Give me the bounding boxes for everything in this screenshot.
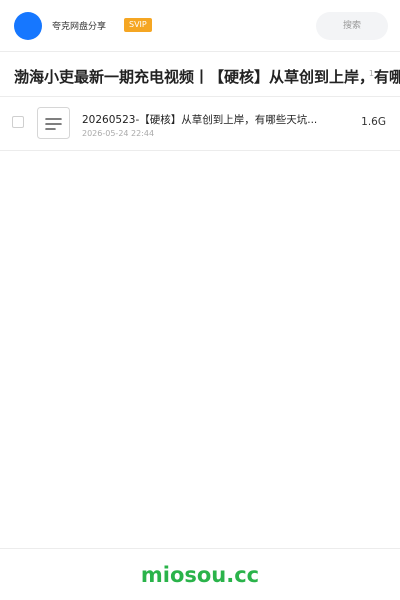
file-count: 1 <box>368 69 374 78</box>
share-title-bar: 渤海小吏最新一期充电视频丨【硬核】从草创到上岸，有哪些天坑 1 <box>0 52 400 97</box>
file-name[interactable]: 20260523-【硬核】从草创到上岸，有哪些天坑... <box>82 112 326 127</box>
file-date: 2026-05-24 22:44 <box>82 129 155 138</box>
header: 夸克网盘分享 SVIP <box>0 0 400 52</box>
file-row[interactable]: 20260523-【硬核】从草创到上岸，有哪些天坑... 2026-05-24 … <box>0 97 400 151</box>
user-avatar[interactable] <box>14 12 42 40</box>
svip-badge: SVIP <box>124 18 152 32</box>
file-size: 1.6G <box>361 116 386 128</box>
search-input[interactable] <box>316 12 388 40</box>
username[interactable]: 夸克网盘分享 <box>52 19 106 32</box>
footer: miosou.cc <box>0 548 400 600</box>
share-page: 夸克网盘分享 SVIP 渤海小吏最新一期充电视频丨【硬核】从草创到上岸，有哪些天… <box>0 0 400 600</box>
document-icon <box>37 107 70 139</box>
footer-brand-link[interactable]: miosou.cc <box>0 563 400 587</box>
file-checkbox[interactable] <box>12 116 24 128</box>
share-title: 渤海小吏最新一期充电视频丨【硬核】从草创到上岸，有哪些天坑 <box>14 68 400 86</box>
